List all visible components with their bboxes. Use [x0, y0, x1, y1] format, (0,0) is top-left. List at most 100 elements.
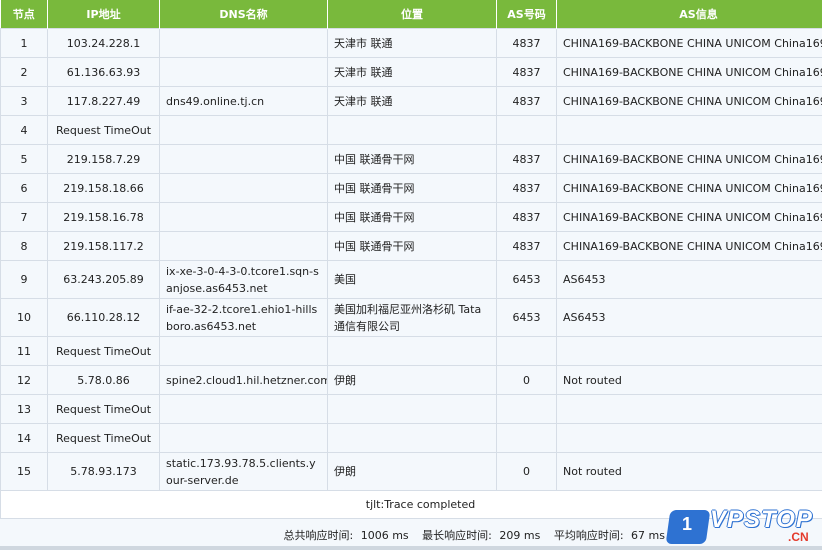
hop-cell: 4 [0, 115, 48, 145]
table-row: 15 5.78.93.173 static.173.93.78.5.clients.… [0, 452, 822, 491]
table-row: 6 219.158.18.66 中国 联通骨干网 4837 CHINA169-BACKB… [0, 173, 822, 203]
location-cell: 伊朗 [327, 452, 497, 491]
max-time-value: 209 ms [499, 529, 541, 542]
hop-cell: 5 [0, 144, 48, 174]
table-row: 5 219.158.7.29 中国 联通骨干网 4837 CHINA169-BACKBO… [0, 144, 822, 174]
table-row: 10 66.110.28.12 if-ae-32-2.tcore1.ehio1-hi… [0, 298, 822, 337]
header-asn: AS号码 [496, 0, 557, 29]
dns-cell: if-ae-32-2.tcore1.ehio1-hillsboro.as6453… [159, 298, 328, 337]
ip-cell: 219.158.117.2 [47, 231, 160, 261]
asinfo-cell [556, 115, 822, 145]
hop-cell: 3 [0, 86, 48, 116]
hop-cell: 15 [0, 452, 48, 491]
header-asinfo: AS信息 [556, 0, 822, 29]
ip-cell: 5.78.93.173 [47, 452, 160, 491]
hop-cell: 12 [0, 365, 48, 395]
table-row: 13 Request TimeOut [0, 394, 822, 424]
asn-cell [496, 336, 557, 366]
hop-cell: 9 [0, 260, 48, 299]
trace-body: 1 103.24.228.1 天津市 联通 4837 CHINA169-BACKBONE… [0, 28, 822, 519]
dns-cell [159, 336, 328, 366]
ip-cell: 117.8.227.49 [47, 86, 160, 116]
location-cell: 中国 联通骨干网 [327, 144, 497, 174]
hop-cell: 1 [0, 28, 48, 58]
ip-cell: 219.158.16.78 [47, 202, 160, 232]
ip-cell: 63.243.205.89 [47, 260, 160, 299]
dns-cell [159, 28, 328, 58]
asn-cell: 4837 [496, 202, 557, 232]
asinfo-cell: CHINA169-BACKBONE CHINA UNICOM China169 … [556, 202, 822, 232]
dns-cell: static.173.93.78.5.clients.your-server.d… [159, 452, 328, 491]
ip-cell: Request TimeOut [47, 336, 160, 366]
hop-cell: 13 [0, 394, 48, 424]
table-row: 14 Request TimeOut [0, 423, 822, 453]
hop-cell: 14 [0, 423, 48, 453]
location-cell: 中国 联通骨干网 [327, 231, 497, 261]
hop-cell: 7 [0, 202, 48, 232]
location-cell [327, 115, 497, 145]
ip-cell: 103.24.228.1 [47, 28, 160, 58]
avg-time-value: 67 ms [631, 529, 665, 542]
asn-cell [496, 423, 557, 453]
location-cell [327, 423, 497, 453]
asn-cell: 4837 [496, 173, 557, 203]
location-cell: 美国加利福尼亚州洛杉矶 Tata通信有限公司 [327, 298, 497, 337]
header-hop: 节点 [0, 0, 48, 29]
logo-badge-number: 1 [681, 514, 692, 534]
dns-cell [159, 423, 328, 453]
ip-cell: 219.158.18.66 [47, 173, 160, 203]
table-row: 3 117.8.227.49 dns49.online.tj.cn 天津市 联通 483… [0, 86, 822, 116]
ip-cell: 219.158.7.29 [47, 144, 160, 174]
location-cell [327, 336, 497, 366]
asinfo-cell: CHINA169-BACKBONE CHINA UNICOM China169 … [556, 231, 822, 261]
header-dns: DNS名称 [159, 0, 328, 29]
location-cell: 美国 [327, 260, 497, 299]
asn-cell [496, 115, 557, 145]
hop-cell: 10 [0, 298, 48, 337]
ip-cell: 5.78.0.86 [47, 365, 160, 395]
dns-cell [159, 173, 328, 203]
location-cell: 中国 联通骨干网 [327, 202, 497, 232]
total-time-value: 1006 ms [360, 529, 409, 542]
ip-cell: 66.110.28.12 [47, 298, 160, 337]
hop-cell: 6 [0, 173, 48, 203]
asinfo-cell: CHINA169-BACKBONE CHINA UNICOM China169 … [556, 86, 822, 116]
table-row: 4 Request TimeOut [0, 115, 822, 145]
asinfo-cell [556, 336, 822, 366]
asn-cell: 6453 [496, 260, 557, 299]
ip-cell: Request TimeOut [47, 423, 160, 453]
table-row: 2 61.136.63.93 天津市 联通 4837 CHINA169-BACKBONE… [0, 57, 822, 87]
asinfo-cell: CHINA169-BACKBONE CHINA UNICOM China169 … [556, 28, 822, 58]
logo-suffix: .CN [788, 530, 809, 544]
location-cell: 伊朗 [327, 365, 497, 395]
hop-cell: 8 [0, 231, 48, 261]
asn-cell: 4837 [496, 231, 557, 261]
hop-cell: 2 [0, 57, 48, 87]
asn-cell: 0 [496, 452, 557, 491]
location-cell: 中国 联通骨干网 [327, 173, 497, 203]
table-row: 9 63.243.205.89 ix-xe-3-0-4-3-0.tcore1.sqn… [0, 260, 822, 299]
dns-cell [159, 202, 328, 232]
dns-cell [159, 57, 328, 87]
location-cell: 天津市 联通 [327, 86, 497, 116]
table-row: 8 219.158.117.2 中国 联通骨干网 4837 CHINA169-BACKB… [0, 231, 822, 261]
header-location: 位置 [327, 0, 497, 29]
header-ip: IP地址 [47, 0, 160, 29]
table-row: 1 103.24.228.1 天津市 联通 4837 CHINA169-BACKBONE… [0, 28, 822, 58]
asn-cell: 4837 [496, 57, 557, 87]
ip-cell: 61.136.63.93 [47, 57, 160, 87]
location-cell: 天津市 联通 [327, 28, 497, 58]
trace-table: 节点 IP地址 DNS名称 位置 AS号码 AS信息 1 103.24.228.1… [0, 0, 822, 519]
max-time-label: 最长响应时间: [422, 529, 492, 542]
asinfo-cell: AS6453 [556, 260, 822, 299]
asn-cell: 4837 [496, 86, 557, 116]
asn-cell [496, 394, 557, 424]
dns-cell: spine2.cloud1.hil.hetzner.com [159, 365, 328, 395]
asinfo-cell: Not routed [556, 452, 822, 491]
vpstop-logo: 1 VPSTOP .CN [665, 502, 822, 548]
ip-cell: Request TimeOut [47, 394, 160, 424]
asinfo-cell: CHINA169-BACKBONE CHINA UNICOM China169 … [556, 144, 822, 174]
asinfo-cell: Not routed [556, 365, 822, 395]
ip-cell: Request TimeOut [47, 115, 160, 145]
asn-cell: 6453 [496, 298, 557, 337]
